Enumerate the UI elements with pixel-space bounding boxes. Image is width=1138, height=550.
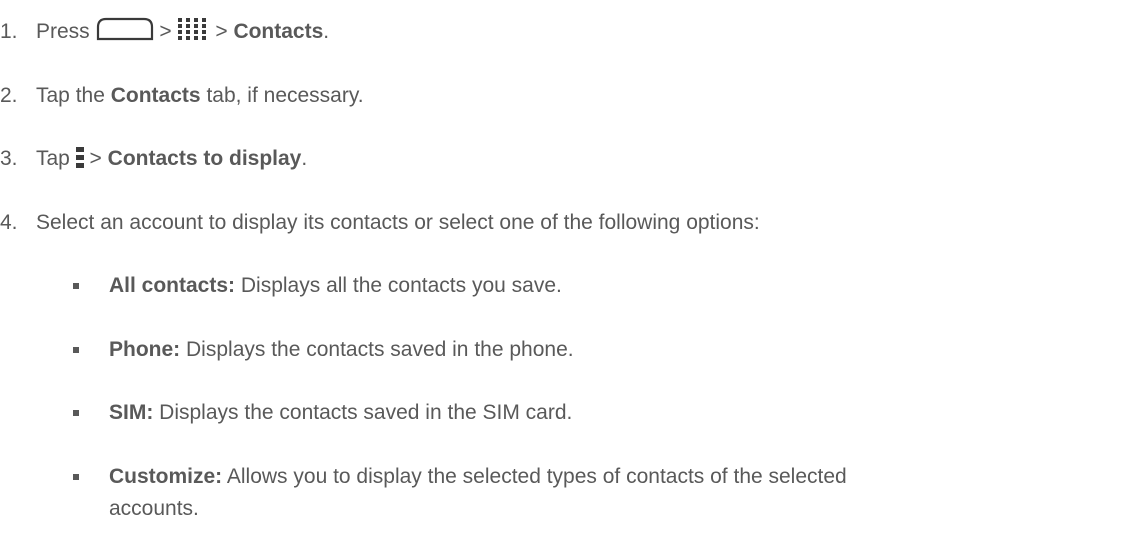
option-label: All contacts: <box>109 274 236 297</box>
option-text: All contacts: Displays all the contacts … <box>109 273 562 299</box>
option-label: Phone: <box>109 338 181 361</box>
step-target: Contacts <box>233 20 324 43</box>
option-desc-continued: accounts. <box>109 497 199 520</box>
step-target: Contacts to display <box>107 147 302 170</box>
option-desc: Allows you to display the selected types… <box>226 465 847 488</box>
step-number: 2. <box>0 84 18 107</box>
step-number: 1. <box>0 20 18 43</box>
option-label: Customize: <box>109 465 223 488</box>
bullet-icon <box>73 347 79 353</box>
step-period: . <box>323 20 330 43</box>
step-post-text: tab, if necessary. <box>206 84 364 107</box>
option-text: Phone: Displays the contacts saved in th… <box>109 337 574 363</box>
option-desc: Displays all the contacts you save. <box>240 274 562 297</box>
step-press-label: Press <box>36 20 90 43</box>
option-text: SIM: Displays the contacts saved in the … <box>109 400 572 426</box>
step-separator: > <box>215 20 228 43</box>
option-label: SIM: <box>109 401 154 424</box>
step-text: Tap > Contacts to display. <box>36 146 307 172</box>
option-desc: Displays the contacts saved in the phone… <box>186 338 574 361</box>
step-text: Press > > Contacts. <box>36 18 330 45</box>
menu-icon <box>75 147 84 169</box>
step-number: 4. <box>0 211 18 234</box>
option-desc: Displays the contacts saved in the SIM c… <box>159 401 573 424</box>
bullet-icon <box>73 410 79 416</box>
bullet-icon <box>73 474 79 480</box>
step-period: . <box>301 147 308 170</box>
step-text: Tap the Contacts tab, if necessary. <box>36 83 364 109</box>
step-separator: > <box>159 20 172 43</box>
step-target: Contacts <box>110 84 201 107</box>
apps-grid-icon <box>178 18 207 41</box>
step-pre-text: Tap <box>36 147 70 170</box>
bullet-icon <box>73 283 79 289</box>
step-text: Select an account to display its contact… <box>36 211 760 234</box>
step-pre-text: Tap the <box>36 84 105 107</box>
step-number: 3. <box>0 147 18 170</box>
home-icon <box>96 18 153 41</box>
option-text: Customize: Allows you to display the sel… <box>109 464 847 490</box>
step-separator: > <box>89 147 102 170</box>
